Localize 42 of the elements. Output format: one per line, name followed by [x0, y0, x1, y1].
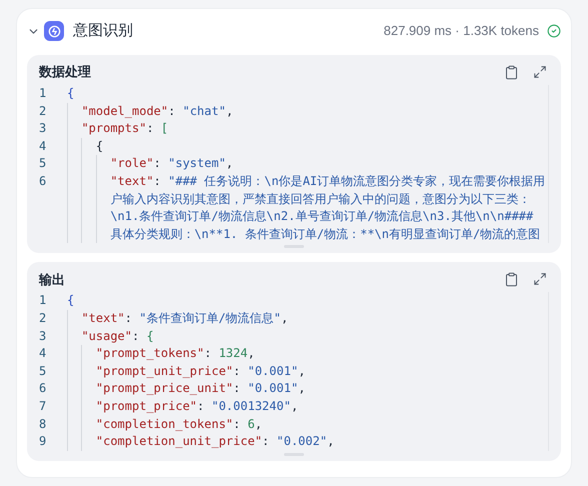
code-line: "prompts": [	[81, 120, 168, 138]
node-title: 意图识别	[73, 20, 133, 41]
line-number: 5	[39, 364, 46, 378]
line-number: 1	[39, 293, 46, 308]
code-line: "model_mode": "chat",	[81, 102, 234, 120]
copy-icon[interactable]	[504, 272, 519, 287]
copy-icon[interactable]	[504, 64, 519, 80]
code-line: "usage": {	[81, 328, 154, 345]
code-line: "completion_unit_price": "0.002",	[96, 433, 334, 450]
code-line: "role": "system",	[110, 155, 234, 172]
line-number: 4	[39, 138, 46, 153]
node-type-icon	[44, 21, 64, 41]
code-line: "completion_tokens": 6,	[96, 416, 262, 433]
run-stats: 827.909 ms · 1.33K tokens	[384, 22, 539, 40]
expand-icon[interactable]	[533, 65, 547, 79]
line-number: 4	[39, 346, 46, 360]
code-line: "prompt_price_unit": "0.001",	[96, 380, 306, 398]
line-number: 2	[39, 310, 46, 325]
line-number: 5	[39, 156, 46, 170]
code-line: {	[67, 85, 74, 102]
line-number: 6	[39, 381, 46, 396]
code-line: "text": "### 任务说明：\n你是AI订单物流意图分类专家，现在需要你根据用	[110, 172, 546, 190]
line-number: 7	[39, 398, 46, 413]
line-number: 2	[39, 104, 46, 118]
code-line: "prompt_unit_price": "0.001",	[96, 362, 306, 380]
panel-title: 数据处理	[39, 63, 91, 82]
expand-icon[interactable]	[533, 272, 547, 286]
line-number: 1	[39, 86, 46, 100]
code-line: "prompt_tokens": 1324,	[96, 345, 255, 362]
code-line: "text": "条件查询订单/物流信息",	[81, 310, 288, 327]
line-number: 3	[39, 121, 46, 136]
code-line: {	[67, 292, 74, 310]
code-line: 户输入内容识别其意图，严禁直接回答用户输入中的问题，意图分为以下三类：	[110, 190, 530, 208]
code-line: "prompt_price": "0.0013240",	[96, 398, 298, 415]
line-number: 3	[39, 328, 46, 343]
code-line: \n1.条件查询订单/物流信息\n2.单号查询订单/物流信息\n3.其他\n\n####	[110, 208, 534, 226]
line-number: 8	[39, 416, 46, 430]
line-number: 9	[39, 434, 46, 448]
panel-title: 输出	[39, 270, 65, 289]
code-line: {	[96, 138, 104, 155]
line-number: 6	[39, 174, 46, 188]
code-line: 具体分类规则：\n**1. 条件查询订单/物流：**\n有明显查询订单/物流的意图	[110, 226, 540, 243]
